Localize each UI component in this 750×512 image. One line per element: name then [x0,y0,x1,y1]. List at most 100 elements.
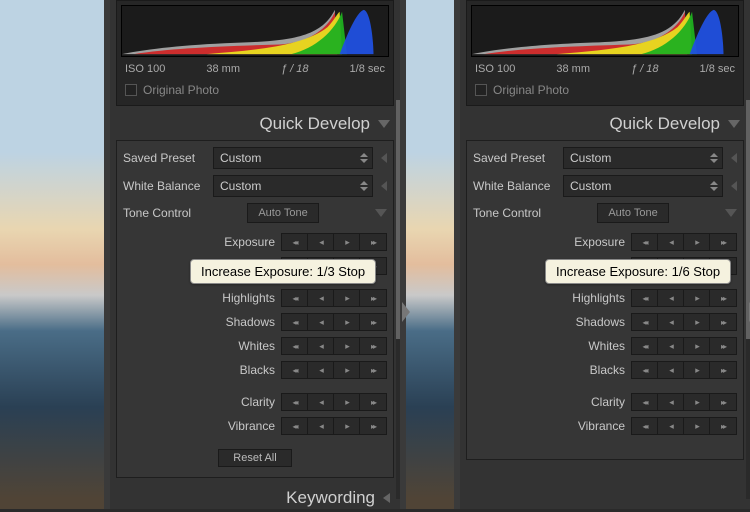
whites-stepper[interactable] [281,337,387,355]
increase-button[interactable] [334,234,360,250]
reset-all-button[interactable]: Reset All [218,449,291,467]
increase-button[interactable] [684,418,710,434]
exposure-stepper[interactable] [281,233,387,251]
decrease-button[interactable] [658,234,684,250]
exif-shutter: 1/8 sec [700,63,735,75]
decrease-button[interactable] [308,362,334,378]
decrease-button[interactable] [658,418,684,434]
increase-button[interactable] [334,394,360,410]
decrease-button[interactable] [658,338,684,354]
highlights-label: Highlights [205,291,275,305]
decrease-large-button[interactable] [632,314,658,330]
increase-button[interactable] [334,338,360,354]
decrease-large-button[interactable] [632,338,658,354]
decrease-large-button[interactable] [282,314,308,330]
auto-tone-button[interactable]: Auto Tone [597,203,668,223]
histogram[interactable] [471,5,739,57]
exposure-stepper[interactable] [631,233,737,251]
saved-preset-label: Saved Preset [473,151,559,165]
whites-label: Whites [205,339,275,353]
collapse-icon[interactable] [381,181,387,191]
auto-tone-button[interactable]: Auto Tone [247,203,318,223]
collapse-icon[interactable] [731,181,737,191]
increase-button[interactable] [684,394,710,410]
scrollbar[interactable] [396,100,400,499]
highlights-stepper[interactable] [281,289,387,307]
white-balance-combo[interactable]: Custom [563,175,723,197]
increase-button[interactable] [684,338,710,354]
increase-large-button[interactable] [710,314,736,330]
decrease-button[interactable] [308,290,334,306]
increase-button[interactable] [684,290,710,306]
decrease-large-button[interactable] [282,290,308,306]
decrease-button[interactable] [308,338,334,354]
histogram[interactable] [121,5,389,57]
quick-develop-body: Saved Preset Custom White Balance Custom… [116,140,394,478]
increase-large-button[interactable] [710,394,736,410]
decrease-large-button[interactable] [632,394,658,410]
expand-panel-icon[interactable] [402,302,410,322]
saved-preset-combo[interactable]: Custom [563,147,723,169]
decrease-button[interactable] [658,314,684,330]
increase-large-button[interactable] [360,418,386,434]
clarity-stepper[interactable] [281,393,387,411]
decrease-button[interactable] [658,290,684,306]
decrease-button[interactable] [308,394,334,410]
chevron-down-icon[interactable] [725,209,737,217]
blacks-label: Blacks [555,363,625,377]
quick-develop-header[interactable]: Quick Develop [110,106,400,140]
vibrance-stepper[interactable] [281,417,387,435]
collapse-icon[interactable] [381,153,387,163]
blacks-stepper[interactable] [281,361,387,379]
increase-button[interactable] [334,314,360,330]
increase-button[interactable] [334,362,360,378]
collapse-icon[interactable] [731,153,737,163]
shadows-stepper[interactable] [281,313,387,331]
increase-large-button[interactable] [710,234,736,250]
decrease-large-button[interactable] [632,234,658,250]
highlights-stepper[interactable] [631,289,737,307]
increase-button[interactable] [684,362,710,378]
increase-large-button[interactable] [360,290,386,306]
increase-large-button[interactable] [710,338,736,354]
increase-large-button[interactable] [360,394,386,410]
saved-preset-combo[interactable]: Custom [213,147,373,169]
original-photo-checkbox[interactable] [125,84,137,96]
decrease-button[interactable] [658,394,684,410]
decrease-large-button[interactable] [282,394,308,410]
decrease-large-button[interactable] [282,338,308,354]
increase-button[interactable] [334,290,360,306]
increase-large-button[interactable] [360,362,386,378]
increase-large-button[interactable] [710,418,736,434]
increase-large-button[interactable] [360,314,386,330]
decrease-button[interactable] [308,314,334,330]
increase-large-button[interactable] [360,338,386,354]
decrease-button[interactable] [658,362,684,378]
decrease-large-button[interactable] [282,234,308,250]
decrease-large-button[interactable] [632,418,658,434]
decrease-large-button[interactable] [282,362,308,378]
increase-button[interactable] [334,418,360,434]
vibrance-stepper[interactable] [631,417,737,435]
keywording-header[interactable]: Keywording [110,478,400,512]
decrease-button[interactable] [308,234,334,250]
increase-large-button[interactable] [710,290,736,306]
blacks-stepper[interactable] [631,361,737,379]
increase-button[interactable] [684,314,710,330]
keywording-label: Keywording [286,488,375,508]
decrease-button[interactable] [308,418,334,434]
quick-develop-header[interactable]: Quick Develop [460,106,750,140]
scrollbar[interactable] [746,100,750,499]
shadows-stepper[interactable] [631,313,737,331]
increase-button[interactable] [684,234,710,250]
whites-stepper[interactable] [631,337,737,355]
decrease-large-button[interactable] [632,362,658,378]
decrease-large-button[interactable] [632,290,658,306]
clarity-stepper[interactable] [631,393,737,411]
original-photo-checkbox[interactable] [475,84,487,96]
chevron-down-icon[interactable] [375,209,387,217]
decrease-large-button[interactable] [282,418,308,434]
increase-large-button[interactable] [360,234,386,250]
increase-large-button[interactable] [710,362,736,378]
white-balance-combo[interactable]: Custom [213,175,373,197]
